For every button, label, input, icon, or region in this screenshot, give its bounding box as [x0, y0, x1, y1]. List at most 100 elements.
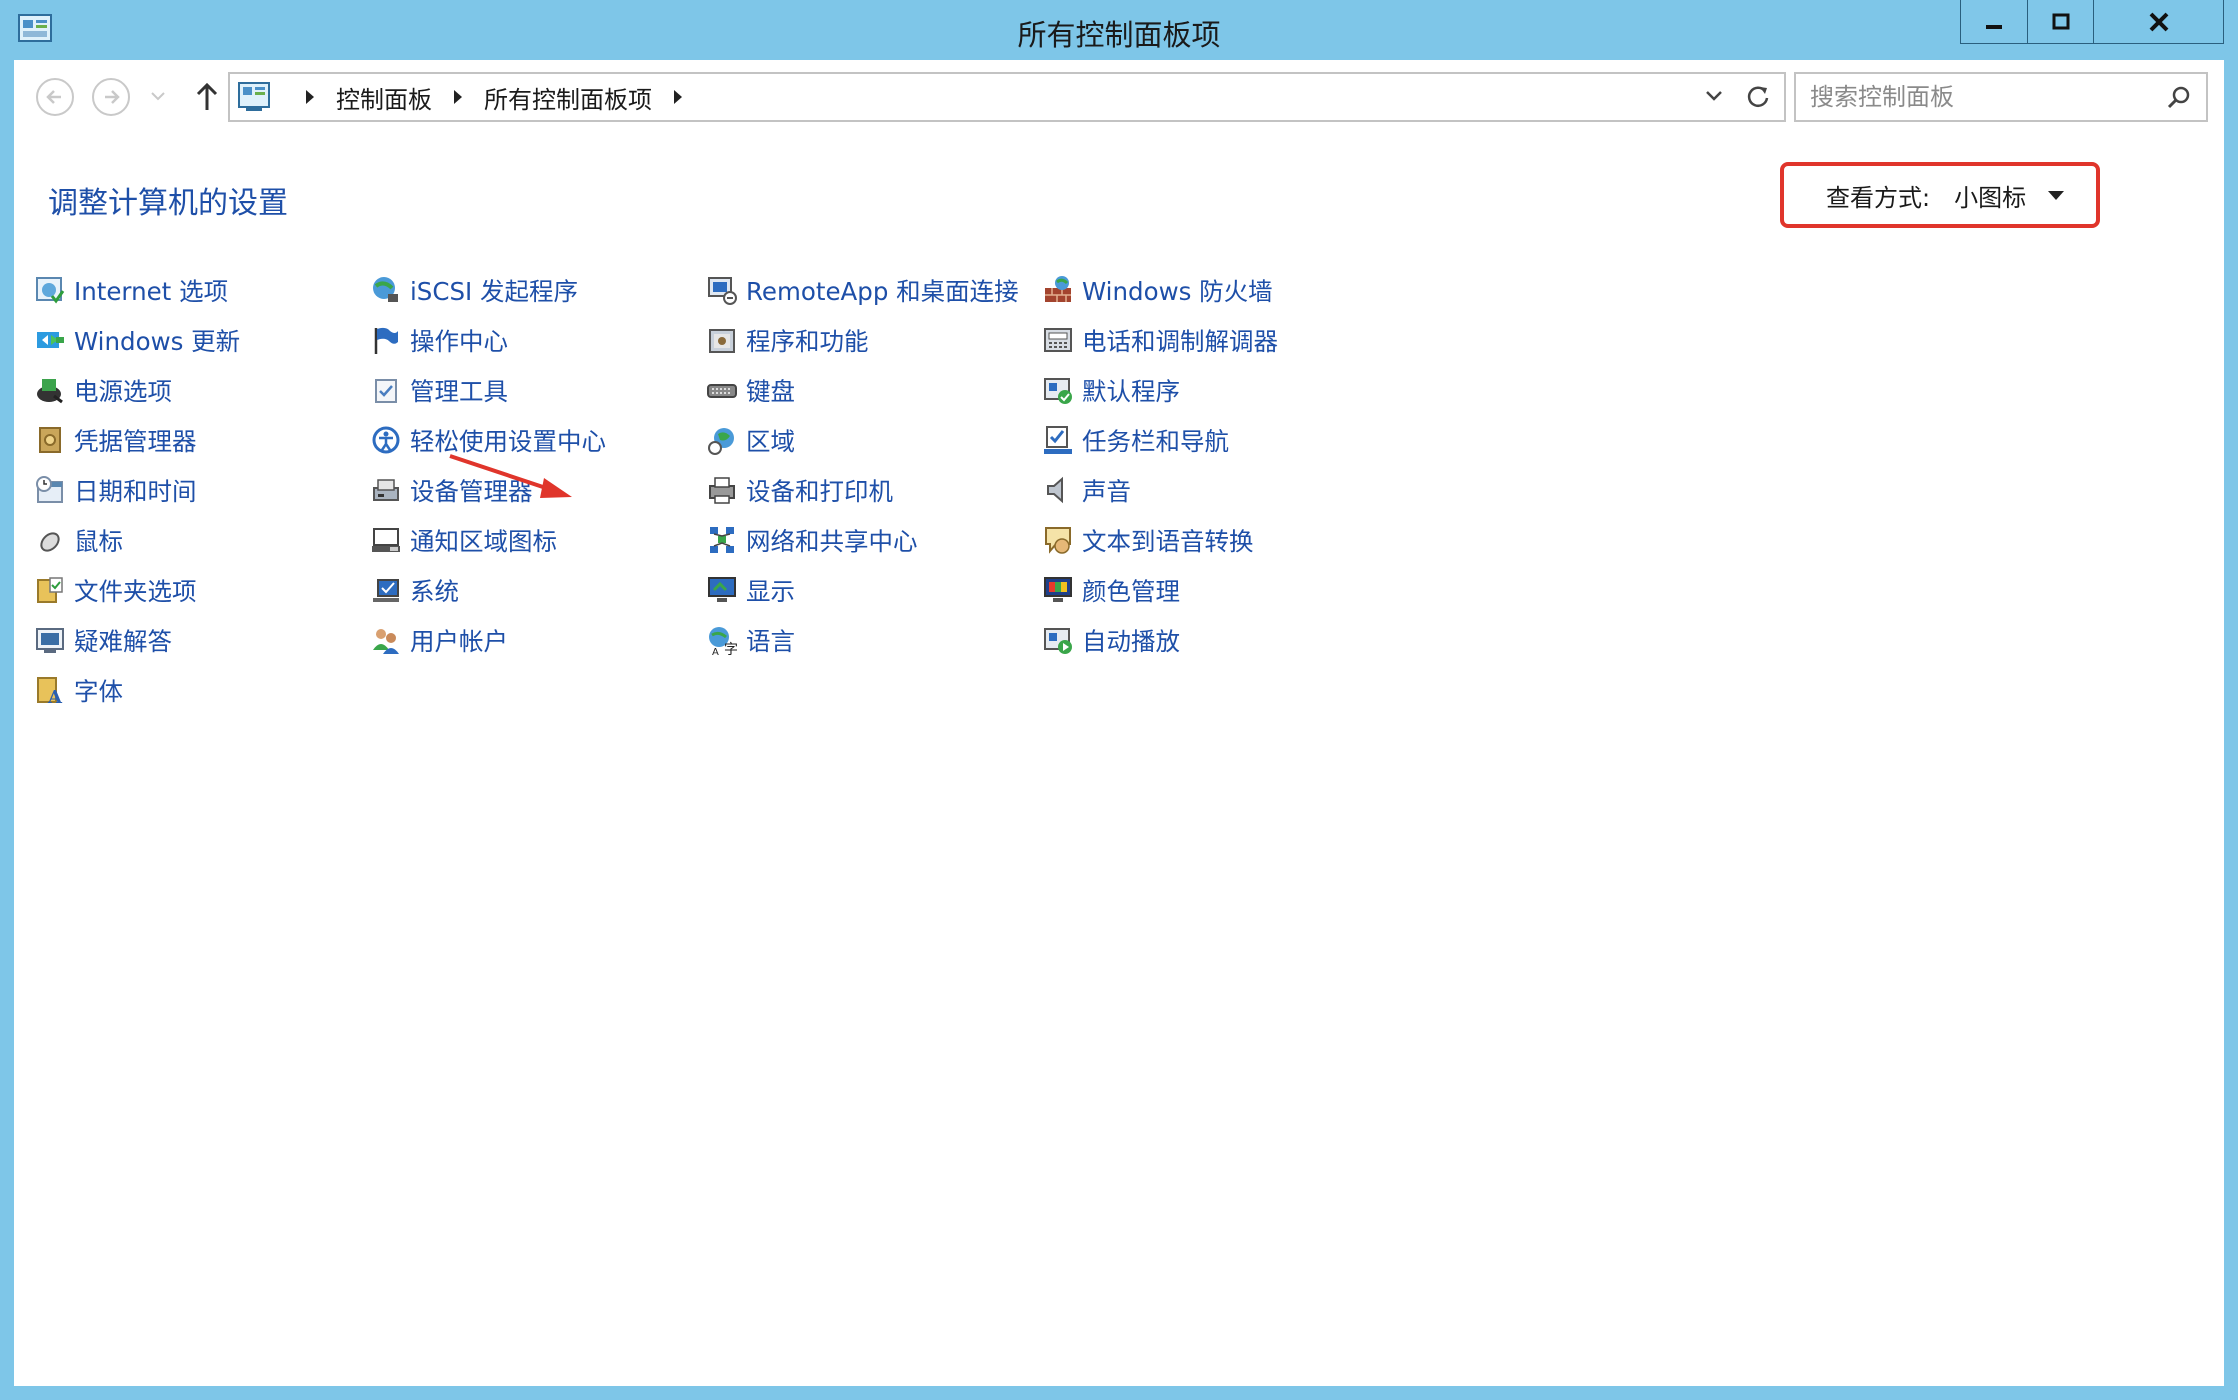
- item-programs-features[interactable]: 程序和功能: [706, 320, 869, 360]
- item-display[interactable]: 显示: [706, 570, 795, 610]
- search-input[interactable]: [1810, 82, 2150, 112]
- chevron-down-icon[interactable]: [2048, 190, 2065, 200]
- item-user-accounts[interactable]: 用户帐户: [370, 620, 508, 660]
- navigation-bar: 控制面板 所有控制面板项: [14, 60, 2224, 136]
- item-remoteapp[interactable]: RemoteApp 和桌面连接: [706, 270, 1019, 310]
- maximize-button[interactable]: [2028, 0, 2094, 44]
- power-options-icon: [37, 379, 63, 404]
- back-arrow-icon: [46, 90, 61, 104]
- item-region[interactable]: 区域: [706, 420, 795, 460]
- default-programs-icon: [1044, 378, 1072, 404]
- item-power-options[interactable]: 电源选项: [34, 370, 172, 410]
- windows-update-icon: [37, 332, 64, 348]
- breadcrumb: 控制面板 所有控制面板项: [284, 74, 704, 120]
- item-label: Windows 防火墙: [1082, 276, 1273, 306]
- item-mouse[interactable]: 鼠标: [34, 520, 123, 560]
- item-notification-area-icons[interactable]: 通知区域图标: [370, 520, 557, 560]
- item-label: 电源选项: [74, 376, 172, 406]
- item-fonts[interactable]: A 字体: [34, 670, 123, 710]
- item-label: 设备和打印机: [746, 476, 893, 506]
- item-credential-manager[interactable]: 凭据管理器: [34, 420, 197, 460]
- window-title: 所有控制面板项: [1017, 18, 1221, 52]
- client-area: 控制面板 所有控制面板项 调整计算机的设置 查看方式: 小图标 Internet…: [14, 60, 2224, 1386]
- breadcrumb-control-panel[interactable]: 控制面板: [336, 80, 432, 115]
- network-sharing-icon: [710, 527, 734, 553]
- item-windows-firewall[interactable]: Windows 防火墙: [1042, 270, 1273, 310]
- forward-button[interactable]: [92, 78, 130, 116]
- item-internet-options[interactable]: Internet 选项: [34, 270, 228, 310]
- breadcrumb-separator-icon[interactable]: [306, 90, 314, 104]
- item-label: 通知区域图标: [410, 526, 557, 556]
- internet-options-icon: [36, 277, 65, 304]
- item-label: 区域: [746, 426, 795, 456]
- autoplay-icon: [1044, 628, 1072, 654]
- color-management-icon: [1044, 577, 1072, 602]
- close-button[interactable]: [2094, 0, 2224, 44]
- item-system[interactable]: 系统: [370, 570, 459, 610]
- breadcrumb-separator-icon[interactable]: [454, 90, 462, 104]
- ease-of-access-icon: [372, 426, 400, 454]
- item-label: 任务栏和导航: [1082, 426, 1229, 456]
- up-arrow-icon[interactable]: [192, 80, 222, 114]
- maximize-icon: [2052, 13, 2069, 29]
- item-label: 操作中心: [410, 326, 508, 356]
- phone-modem-icon: [1044, 328, 1072, 352]
- item-label: 文本到语音转换: [1082, 526, 1254, 556]
- minimize-button[interactable]: [1960, 0, 2028, 44]
- remoteapp-icon: [708, 277, 737, 305]
- fonts-icon: A: [37, 677, 63, 706]
- item-windows-update[interactable]: Windows 更新: [34, 320, 240, 360]
- item-label: 日期和时间: [74, 476, 197, 506]
- item-language[interactable]: 字 A 语言: [706, 620, 795, 660]
- item-folder-options[interactable]: 文件夹选项: [34, 570, 197, 610]
- address-bar[interactable]: 控制面板 所有控制面板项: [228, 72, 1786, 122]
- item-phone-modem[interactable]: 电话和调制解调器: [1042, 320, 1278, 360]
- item-label: 显示: [746, 576, 795, 606]
- item-default-programs[interactable]: 默认程序: [1042, 370, 1180, 410]
- item-text-to-speech[interactable]: 文本到语音转换: [1042, 520, 1254, 560]
- item-label: 程序和功能: [746, 326, 869, 356]
- item-taskbar-navigation[interactable]: 任务栏和导航: [1042, 420, 1229, 460]
- item-troubleshooting[interactable]: 疑难解答: [34, 620, 172, 660]
- credential-manager-icon: [39, 427, 61, 453]
- item-label: 鼠标: [74, 526, 123, 556]
- item-label: 字体: [74, 676, 123, 706]
- folder-options-icon: [37, 577, 63, 603]
- date-time-icon: [36, 476, 63, 503]
- item-color-management[interactable]: 颜色管理: [1042, 570, 1180, 610]
- window-controls: [1960, 0, 2224, 44]
- forward-arrow-icon: [105, 90, 120, 104]
- item-sound[interactable]: 声音: [1042, 470, 1131, 510]
- view-by-value[interactable]: 小图标: [1954, 178, 2026, 213]
- svg-text:A: A: [47, 687, 63, 706]
- item-keyboard[interactable]: 键盘: [706, 370, 795, 410]
- breadcrumb-all-items[interactable]: 所有控制面板项: [484, 80, 652, 115]
- item-autoplay[interactable]: 自动播放: [1042, 620, 1180, 660]
- refresh-icon[interactable]: [1744, 82, 1772, 110]
- item-action-center[interactable]: 操作中心: [370, 320, 508, 360]
- item-devices-printers[interactable]: 设备和打印机: [706, 470, 893, 510]
- item-label: RemoteApp 和桌面连接: [746, 276, 1019, 306]
- item-label: 文件夹选项: [74, 576, 197, 606]
- back-button[interactable]: [36, 78, 74, 116]
- title-bar[interactable]: 所有控制面板项: [0, 0, 2238, 60]
- view-by-label: 查看方式:: [1826, 183, 1931, 212]
- address-dropdown-icon[interactable]: [1702, 84, 1726, 108]
- breadcrumb-separator-icon[interactable]: [674, 90, 682, 104]
- recent-pages-dropdown-icon[interactable]: [150, 90, 166, 102]
- item-iscsi-initiator[interactable]: iSCSI 发起程序: [370, 270, 578, 310]
- item-administrative-tools[interactable]: 管理工具: [370, 370, 508, 410]
- search-box[interactable]: [1794, 72, 2208, 122]
- svg-text:字: 字: [724, 642, 738, 656]
- item-date-time[interactable]: 日期和时间: [34, 470, 197, 510]
- close-icon: [2149, 12, 2168, 31]
- item-label: 疑难解答: [74, 626, 172, 656]
- view-by-selector[interactable]: 查看方式: 小图标: [1780, 162, 2100, 228]
- item-network-sharing-center[interactable]: 网络和共享中心: [706, 520, 918, 560]
- search-icon[interactable]: [2166, 84, 2192, 110]
- item-label: 语言: [746, 626, 795, 656]
- iscsi-icon: [373, 277, 398, 302]
- control-panel-icon: [238, 82, 270, 111]
- language-icon: 字A: [709, 627, 738, 656]
- display-icon: [708, 577, 736, 602]
